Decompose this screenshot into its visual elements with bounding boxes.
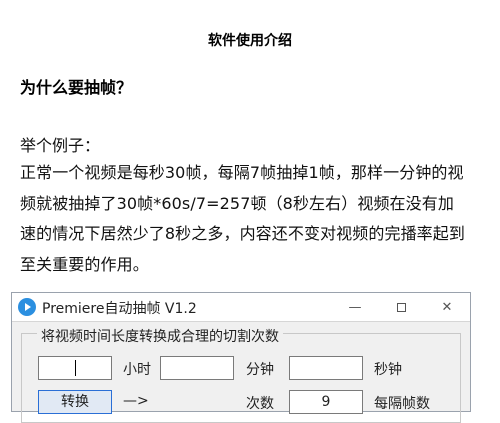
minutes-input[interactable] [160,356,234,380]
document-title: 软件使用介绍 [208,33,292,49]
per-frames-label: 每隔帧数 [374,396,430,412]
close-button[interactable]: ✕ [424,293,470,321]
maximize-button[interactable] [378,293,424,321]
text-caret [74,360,76,376]
minimize-button[interactable]: — [332,293,378,321]
group-label: 将视频时间长度转换成合理的切割次数 [37,326,283,346]
seconds-unit-label: 秒钟 [374,362,402,378]
hours-input[interactable] [38,356,112,380]
premiere-play-icon [18,298,36,316]
hours-unit-label: 小时 [123,362,151,378]
count-label: 次数 [246,396,274,412]
convert-button[interactable]: 转换 [38,390,112,414]
count-input[interactable]: 9 [289,390,363,414]
title-bar[interactable]: Premiere自动抽帧 V1.2 — ✕ [12,293,470,322]
minutes-unit-label: 分钟 [246,362,274,378]
example-label: 举个例子： [20,136,101,155]
section-heading: 为什么要抽帧？ [20,78,133,97]
window-title: Premiere自动抽帧 V1.2 [42,301,197,317]
app-window: Premiere自动抽帧 V1.2 — ✕ 将视频时间长度转换成合理的切割次数 … [11,292,471,423]
maximize-icon [396,302,406,312]
seconds-input[interactable] [289,356,363,380]
body-paragraph: 正常一个视频是每秒30帧，每隔7帧抽掉1帧，那样一分钟的视频就被抽掉了30帧*6… [20,163,465,274]
arrow-label: —> [123,393,149,409]
